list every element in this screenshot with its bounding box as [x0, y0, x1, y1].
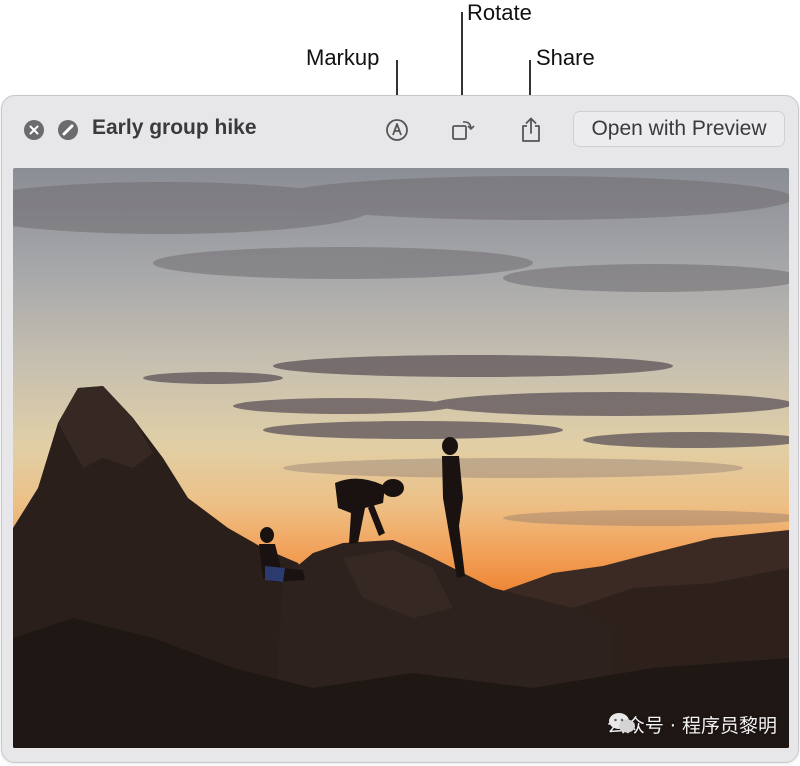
wechat-icon [608, 713, 635, 733]
close-icon [29, 125, 39, 135]
title-bar: Early group hike Open with Preview [2, 96, 798, 166]
share-button[interactable] [516, 115, 546, 145]
callout-markup: Markup [306, 45, 380, 70]
watermark: 公众号 · 程序员黎明 [607, 711, 777, 738]
window-title: Early group hike [92, 116, 257, 139]
callout-rotate-line [461, 12, 463, 108]
rotate-button[interactable] [448, 115, 478, 145]
open-with-preview-button[interactable]: Open with Preview [573, 111, 785, 147]
callout-share: Share [536, 45, 595, 70]
full-screen-icon [62, 124, 74, 136]
quick-look-window: Early group hike Open with Preview 公众号 ·… [1, 95, 799, 763]
photo-preview: 公众号 · 程序员黎明 [13, 168, 789, 748]
rotate-icon [452, 121, 475, 140]
full-screen-button[interactable] [58, 120, 78, 140]
callout-rotate: Rotate [467, 0, 532, 25]
close-button[interactable] [24, 120, 44, 140]
photo-scene [13, 176, 789, 748]
markup-icon [386, 119, 408, 141]
markup-button[interactable] [382, 115, 412, 145]
share-icon [522, 117, 540, 142]
